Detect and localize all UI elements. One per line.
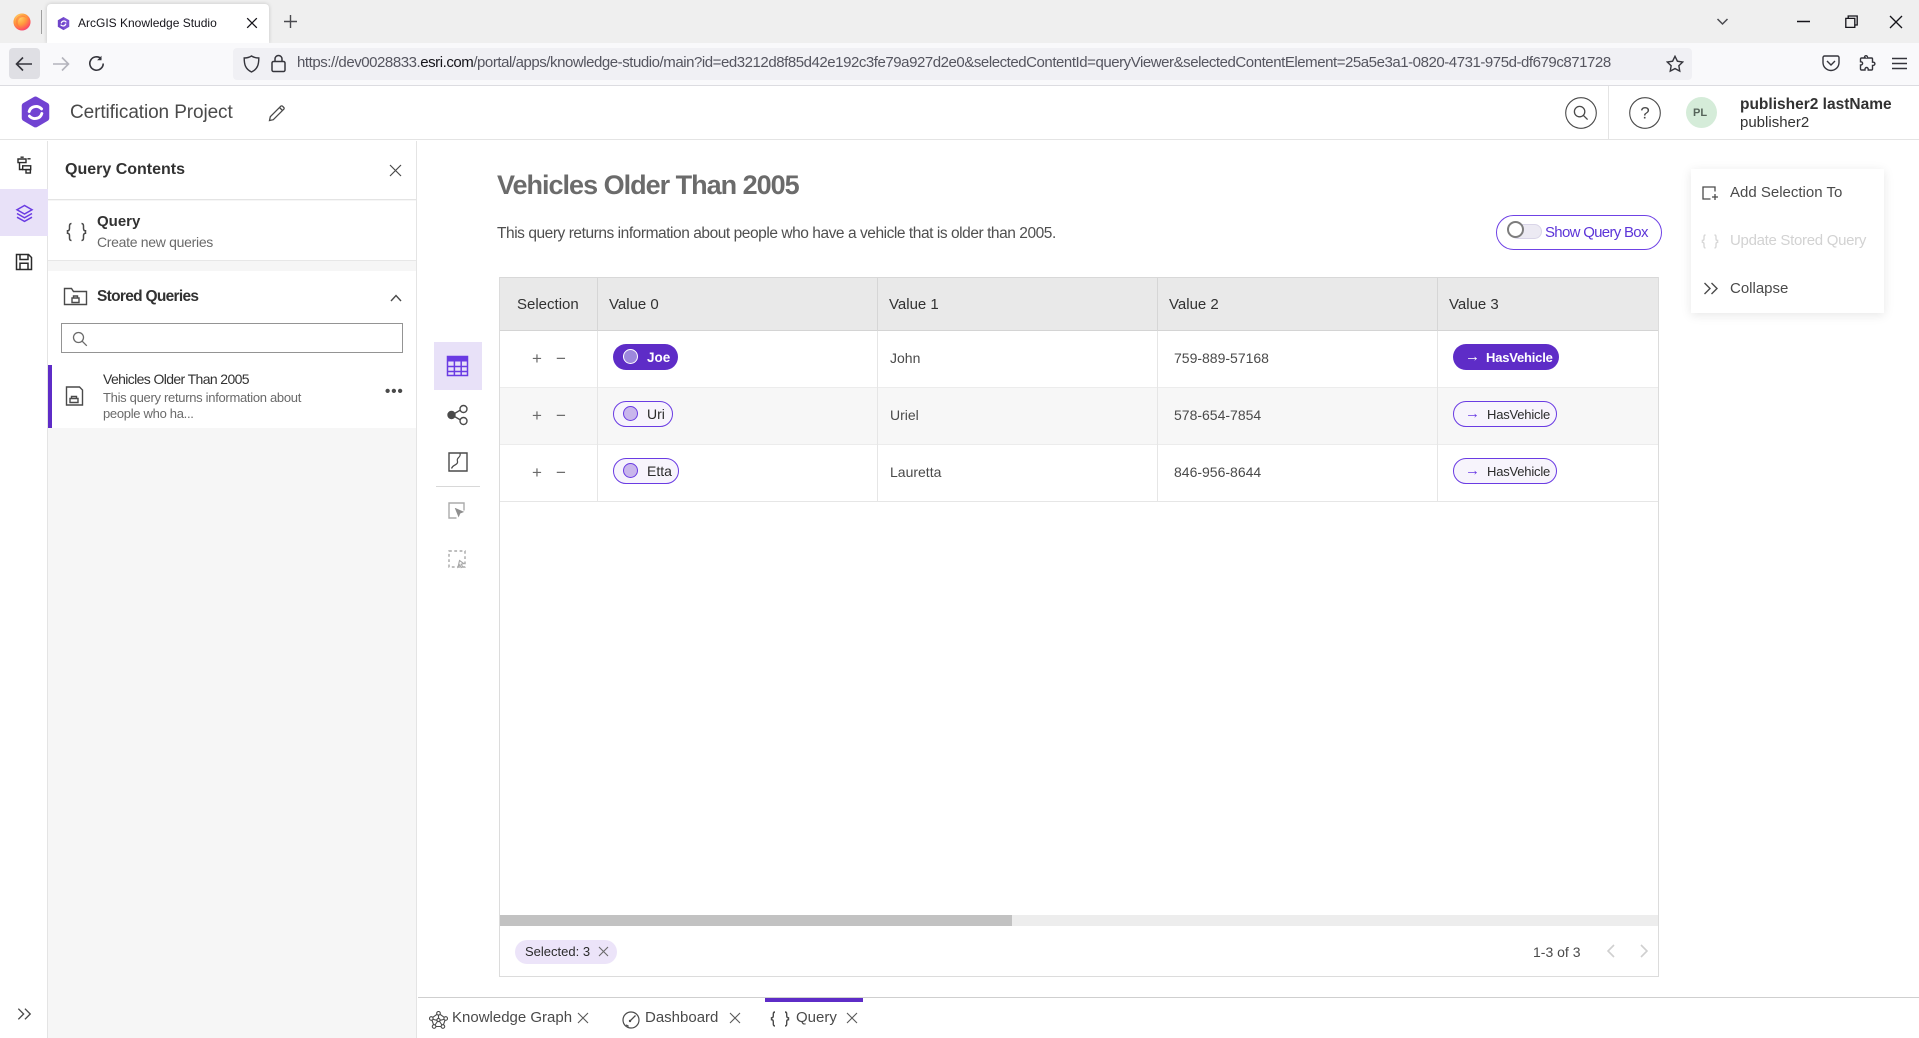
svg-text:?: ? — [1640, 104, 1649, 123]
